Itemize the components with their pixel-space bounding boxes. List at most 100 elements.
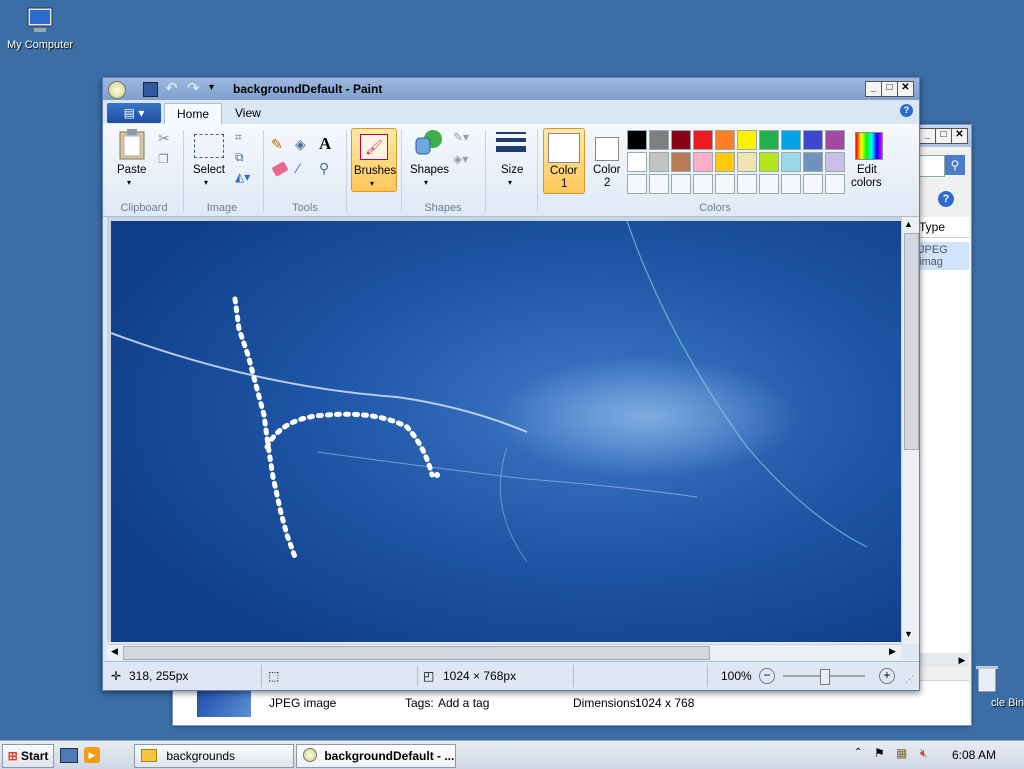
color-swatch[interactable] <box>693 152 713 172</box>
taskbar-item-backgrounds[interactable]: backgrounds <box>134 744 294 768</box>
color-swatch[interactable] <box>737 130 757 150</box>
color-swatch[interactable] <box>649 130 669 150</box>
customize-quick-access-icon[interactable]: ▾ <box>209 82 214 93</box>
color-swatch[interactable] <box>649 152 669 172</box>
maximize-button[interactable]: □ <box>881 81 898 97</box>
horizontal-scrollbar[interactable]: ◀ ▶ <box>107 644 901 660</box>
minimize-button[interactable]: _ <box>865 81 882 97</box>
color-swatch[interactable] <box>759 152 779 172</box>
zoom-out-button[interactable]: − <box>759 668 775 684</box>
fill-icon[interactable]: ◈ <box>295 136 313 154</box>
cut-icon[interactable]: ✂ <box>158 130 170 147</box>
color-swatch[interactable] <box>627 152 647 172</box>
scroll-down-arrow[interactable]: ▼ <box>904 629 913 639</box>
copy-icon[interactable]: ❐ <box>158 152 169 166</box>
color-swatch[interactable] <box>715 130 735 150</box>
tab-view[interactable]: View <box>223 103 273 124</box>
chevron-up-icon[interactable]: ⌃ <box>854 747 862 758</box>
color-swatch[interactable] <box>693 174 713 194</box>
search-button[interactable]: ⚲ <box>945 155 965 175</box>
show-desktop-icon[interactable] <box>60 748 78 763</box>
taskbar-item-paint[interactable]: backgroundDefault - ... <box>296 744 456 768</box>
paint-menu-button[interactable]: ▤ ▾ <box>107 103 161 123</box>
color-swatch[interactable] <box>671 174 691 194</box>
minimize-button[interactable]: _ <box>919 128 936 144</box>
zoom-slider[interactable] <box>783 669 865 685</box>
color-swatch[interactable] <box>737 174 757 194</box>
color-swatch[interactable] <box>627 174 647 194</box>
color-swatch[interactable] <box>825 152 845 172</box>
clock[interactable]: 6:08 AM <box>952 748 996 762</box>
tab-home[interactable]: Home <box>164 103 223 125</box>
color-swatch[interactable] <box>781 174 801 194</box>
color-swatch[interactable] <box>693 130 713 150</box>
brushes-button[interactable]: 🖌︎ Brushes ▾ <box>351 128 397 192</box>
color-swatch[interactable] <box>671 152 691 172</box>
color1-button[interactable]: Color 1 <box>543 128 585 194</box>
color-swatch[interactable] <box>825 130 845 150</box>
pencil-icon[interactable]: ✎ <box>271 136 289 154</box>
color-swatch[interactable] <box>803 152 823 172</box>
network-icon[interactable]: ▦ <box>896 746 907 760</box>
help-icon[interactable]: ? <box>900 104 913 117</box>
eraser-icon[interactable] <box>271 161 289 177</box>
media-player-icon[interactable]: ▶ <box>84 747 100 763</box>
shapes-button[interactable]: Shapes ▾ <box>407 128 449 190</box>
paint-window[interactable]: ↶ ↷ ▾ backgroundDefault - Paint _ □ ✕ ▤ … <box>102 77 920 691</box>
file-row-type[interactable]: JPEG imag <box>919 242 969 270</box>
start-button[interactable]: ⊞ Start <box>2 744 54 768</box>
close-button[interactable]: ✕ <box>951 128 968 144</box>
outline-icon[interactable]: ✎▾ <box>453 130 469 144</box>
search-input[interactable] <box>919 155 945 177</box>
resize-grip[interactable]: ⋰ <box>905 674 914 685</box>
color-picker-icon[interactable]: ⁄ <box>297 160 315 178</box>
select-button[interactable]: Select ▾ <box>191 128 225 190</box>
scroll-thumb[interactable] <box>123 646 710 660</box>
maximize-button[interactable]: □ <box>935 128 952 144</box>
zoom-slider-thumb[interactable] <box>820 669 830 685</box>
color-swatch[interactable] <box>759 130 779 150</box>
scroll-left-arrow[interactable]: ◀ <box>111 646 118 657</box>
paint-titlebar[interactable]: ↶ ↷ ▾ backgroundDefault - Paint _ □ ✕ <box>103 78 919 100</box>
color-swatch[interactable] <box>759 174 779 194</box>
zoom-in-button[interactable]: + <box>879 668 895 684</box>
color-swatch[interactable] <box>825 174 845 194</box>
edit-colors-button[interactable]: Edit colors <box>849 128 887 190</box>
color-swatch[interactable] <box>627 130 647 150</box>
text-icon[interactable]: A <box>319 134 337 153</box>
color2-button[interactable]: Color 2 <box>587 128 627 192</box>
help-icon[interactable]: ? <box>938 191 954 207</box>
magnifier-icon[interactable]: ⚲ <box>319 160 337 178</box>
resize-icon[interactable]: ⧉ <box>235 150 244 165</box>
color-swatch[interactable] <box>781 130 801 150</box>
close-button[interactable]: ✕ <box>897 81 914 97</box>
crop-icon[interactable]: ⌗ <box>235 130 242 145</box>
paint-app-icon[interactable] <box>108 81 126 99</box>
color-swatch[interactable] <box>715 174 735 194</box>
redo-icon[interactable]: ↷ <box>187 79 200 97</box>
size-button[interactable]: Size ▾ <box>493 128 529 190</box>
color-swatch[interactable] <box>737 152 757 172</box>
color-swatch[interactable] <box>671 130 691 150</box>
scroll-right-arrow[interactable]: ▶ <box>955 653 969 667</box>
color-swatch[interactable] <box>781 152 801 172</box>
drawing-canvas[interactable] <box>107 217 901 642</box>
quick-save-icon[interactable] <box>143 82 158 97</box>
vertical-scrollbar[interactable]: ▲ ▼ <box>901 217 919 644</box>
paste-button[interactable]: Paste ▾ <box>113 128 151 190</box>
flag-icon[interactable]: ⚑ <box>874 746 885 760</box>
fill-style-icon[interactable]: ◈▾ <box>453 152 468 166</box>
details-tags-value[interactable]: Add a tag <box>438 696 489 710</box>
scroll-right-arrow[interactable]: ▶ <box>889 646 896 657</box>
color-swatch[interactable] <box>715 152 735 172</box>
desktop-icon-my-computer[interactable]: My Computer <box>0 6 80 51</box>
canvas-area[interactable] <box>107 217 901 642</box>
color-swatch[interactable] <box>803 174 823 194</box>
volume-muted-icon[interactable]: 🔇︎ <box>920 746 928 761</box>
color-swatch[interactable] <box>803 130 823 150</box>
horizontal-scrollbar[interactable]: ▶ <box>919 653 969 667</box>
undo-icon[interactable]: ↶ <box>165 79 178 97</box>
column-header-type[interactable]: Type <box>919 217 969 238</box>
scroll-up-arrow[interactable]: ▲ <box>904 219 913 229</box>
scroll-thumb[interactable] <box>904 233 919 450</box>
